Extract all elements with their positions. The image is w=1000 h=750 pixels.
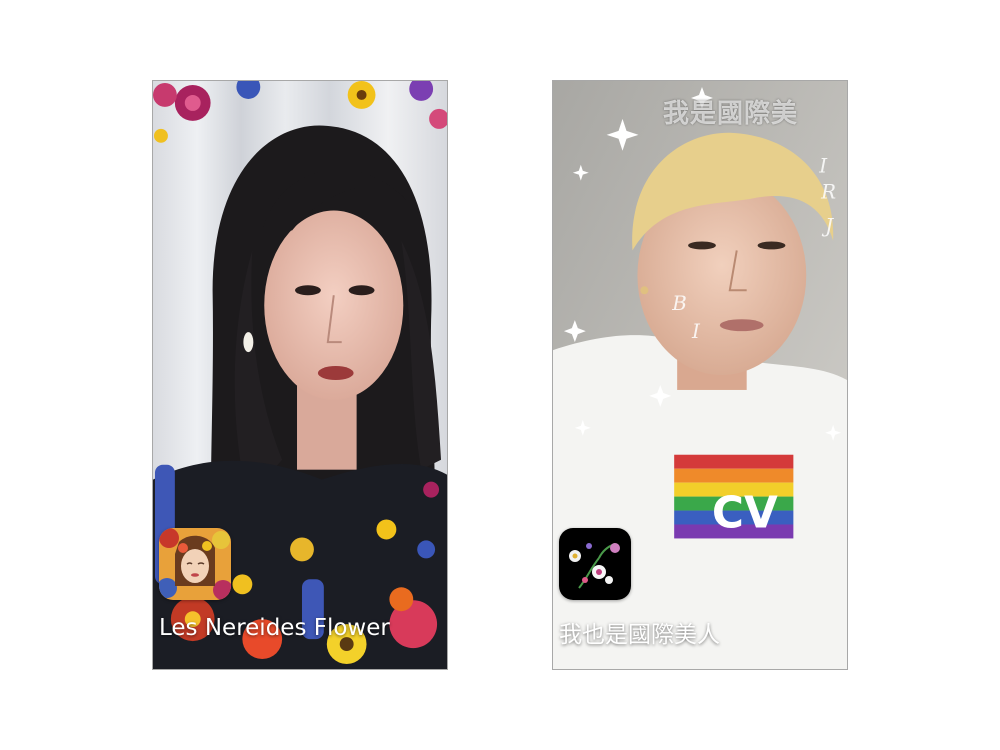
filter-name-label: Les Nereides Flower [159,615,390,641]
svg-text:I: I [818,155,828,178]
floral-portrait-icon[interactable] [159,528,231,600]
svg-text:I: I [691,320,701,343]
filter-preview-card-les-nereides[interactable]: Les Nereides Flower [152,80,448,670]
svg-text:CV: CV [712,487,778,538]
filter-overlay-text: 我是國際美 [663,99,799,129]
svg-text:B: B [671,292,687,315]
filter-preview-card-international-beauty[interactable]: CV I R J B I 我是國際美 我也是國際美人 [552,80,848,670]
svg-text:R: R [820,181,836,204]
flower-sprig-icon[interactable] [559,528,631,600]
filter-name-label: 我也是國際美人 [559,622,720,648]
